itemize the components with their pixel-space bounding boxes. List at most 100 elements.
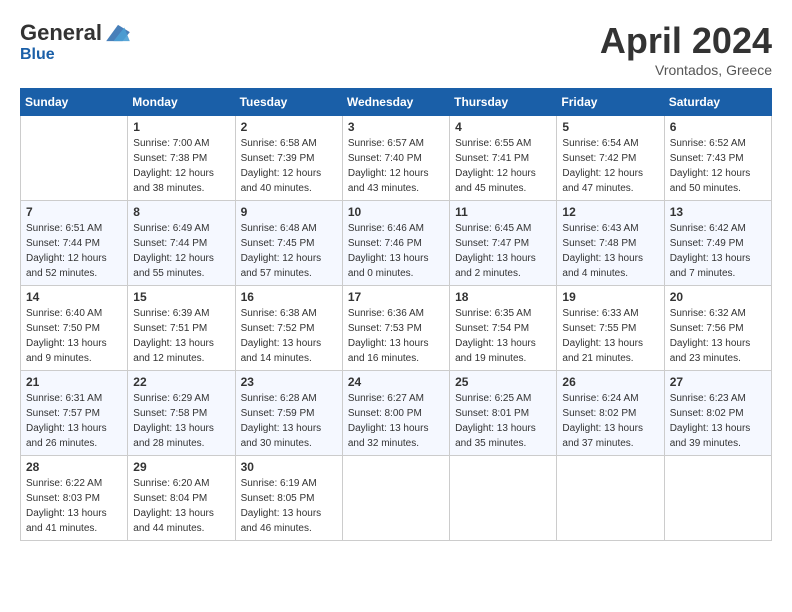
calendar-day-cell: 10 Sunrise: 6:46 AMSunset: 7:46 PMDaylig… bbox=[342, 201, 449, 286]
calendar-day-cell: 27 Sunrise: 6:23 AMSunset: 8:02 PMDaylig… bbox=[664, 371, 771, 456]
day-number: 18 bbox=[455, 290, 551, 304]
logo: General Blue bbox=[20, 20, 132, 64]
calendar-day-cell: 4 Sunrise: 6:55 AMSunset: 7:41 PMDayligh… bbox=[450, 116, 557, 201]
calendar-day-cell: 5 Sunrise: 6:54 AMSunset: 7:42 PMDayligh… bbox=[557, 116, 664, 201]
day-number: 8 bbox=[133, 205, 229, 219]
calendar-week-row: 28 Sunrise: 6:22 AMSunset: 8:03 PMDaylig… bbox=[21, 456, 772, 541]
logo-blue-text: Blue bbox=[20, 46, 55, 63]
calendar-day-cell: 30 Sunrise: 6:19 AMSunset: 8:05 PMDaylig… bbox=[235, 456, 342, 541]
day-number: 28 bbox=[26, 460, 122, 474]
day-info: Sunrise: 6:23 AMSunset: 8:02 PMDaylight:… bbox=[670, 391, 766, 451]
calendar-day-cell: 17 Sunrise: 6:36 AMSunset: 7:53 PMDaylig… bbox=[342, 286, 449, 371]
title-area: April 2024 Vrontados, Greece bbox=[600, 20, 772, 78]
day-number: 6 bbox=[670, 120, 766, 134]
day-info: Sunrise: 6:54 AMSunset: 7:42 PMDaylight:… bbox=[562, 136, 658, 196]
day-info: Sunrise: 6:20 AMSunset: 8:04 PMDaylight:… bbox=[133, 476, 229, 536]
location-text: Vrontados, Greece bbox=[600, 62, 772, 78]
day-of-week-header: Tuesday bbox=[235, 89, 342, 116]
calendar-day-cell: 22 Sunrise: 6:29 AMSunset: 7:58 PMDaylig… bbox=[128, 371, 235, 456]
calendar-day-cell: 11 Sunrise: 6:45 AMSunset: 7:47 PMDaylig… bbox=[450, 201, 557, 286]
day-number: 7 bbox=[26, 205, 122, 219]
day-number: 5 bbox=[562, 120, 658, 134]
day-number: 23 bbox=[241, 375, 337, 389]
day-info: Sunrise: 6:57 AMSunset: 7:40 PMDaylight:… bbox=[348, 136, 444, 196]
calendar-day-cell bbox=[342, 456, 449, 541]
day-number: 12 bbox=[562, 205, 658, 219]
day-info: Sunrise: 6:48 AMSunset: 7:45 PMDaylight:… bbox=[241, 221, 337, 281]
calendar-day-cell bbox=[450, 456, 557, 541]
day-info: Sunrise: 6:33 AMSunset: 7:55 PMDaylight:… bbox=[562, 306, 658, 366]
day-info: Sunrise: 6:25 AMSunset: 8:01 PMDaylight:… bbox=[455, 391, 551, 451]
calendar-day-cell bbox=[21, 116, 128, 201]
day-number: 22 bbox=[133, 375, 229, 389]
calendar-day-cell: 15 Sunrise: 6:39 AMSunset: 7:51 PMDaylig… bbox=[128, 286, 235, 371]
day-info: Sunrise: 6:36 AMSunset: 7:53 PMDaylight:… bbox=[348, 306, 444, 366]
calendar-day-cell: 18 Sunrise: 6:35 AMSunset: 7:54 PMDaylig… bbox=[450, 286, 557, 371]
calendar-day-cell bbox=[664, 456, 771, 541]
calendar-week-row: 14 Sunrise: 6:40 AMSunset: 7:50 PMDaylig… bbox=[21, 286, 772, 371]
day-number: 11 bbox=[455, 205, 551, 219]
day-info: Sunrise: 6:52 AMSunset: 7:43 PMDaylight:… bbox=[670, 136, 766, 196]
calendar-day-cell: 7 Sunrise: 6:51 AMSunset: 7:44 PMDayligh… bbox=[21, 201, 128, 286]
logo-general-text: General bbox=[20, 20, 102, 46]
day-info: Sunrise: 7:00 AMSunset: 7:38 PMDaylight:… bbox=[133, 136, 229, 196]
calendar-day-cell: 19 Sunrise: 6:33 AMSunset: 7:55 PMDaylig… bbox=[557, 286, 664, 371]
calendar-day-cell: 25 Sunrise: 6:25 AMSunset: 8:01 PMDaylig… bbox=[450, 371, 557, 456]
day-number: 26 bbox=[562, 375, 658, 389]
day-info: Sunrise: 6:28 AMSunset: 7:59 PMDaylight:… bbox=[241, 391, 337, 451]
calendar-day-cell bbox=[557, 456, 664, 541]
logo-icon bbox=[104, 23, 132, 43]
calendar-week-row: 21 Sunrise: 6:31 AMSunset: 7:57 PMDaylig… bbox=[21, 371, 772, 456]
day-info: Sunrise: 6:49 AMSunset: 7:44 PMDaylight:… bbox=[133, 221, 229, 281]
day-of-week-header: Monday bbox=[128, 89, 235, 116]
day-info: Sunrise: 6:29 AMSunset: 7:58 PMDaylight:… bbox=[133, 391, 229, 451]
day-info: Sunrise: 6:32 AMSunset: 7:56 PMDaylight:… bbox=[670, 306, 766, 366]
day-info: Sunrise: 6:38 AMSunset: 7:52 PMDaylight:… bbox=[241, 306, 337, 366]
page-header: General Blue April 2024 Vrontados, Greec… bbox=[20, 20, 772, 78]
day-info: Sunrise: 6:42 AMSunset: 7:49 PMDaylight:… bbox=[670, 221, 766, 281]
day-info: Sunrise: 6:51 AMSunset: 7:44 PMDaylight:… bbox=[26, 221, 122, 281]
calendar-day-cell: 14 Sunrise: 6:40 AMSunset: 7:50 PMDaylig… bbox=[21, 286, 128, 371]
day-number: 20 bbox=[670, 290, 766, 304]
day-of-week-header: Sunday bbox=[21, 89, 128, 116]
day-of-week-header: Thursday bbox=[450, 89, 557, 116]
day-number: 4 bbox=[455, 120, 551, 134]
day-number: 30 bbox=[241, 460, 337, 474]
calendar-day-cell: 13 Sunrise: 6:42 AMSunset: 7:49 PMDaylig… bbox=[664, 201, 771, 286]
month-title: April 2024 bbox=[600, 20, 772, 62]
day-info: Sunrise: 6:43 AMSunset: 7:48 PMDaylight:… bbox=[562, 221, 658, 281]
day-number: 2 bbox=[241, 120, 337, 134]
day-number: 27 bbox=[670, 375, 766, 389]
calendar-day-cell: 2 Sunrise: 6:58 AMSunset: 7:39 PMDayligh… bbox=[235, 116, 342, 201]
calendar-header-row: SundayMondayTuesdayWednesdayThursdayFrid… bbox=[21, 89, 772, 116]
day-number: 21 bbox=[26, 375, 122, 389]
day-info: Sunrise: 6:19 AMSunset: 8:05 PMDaylight:… bbox=[241, 476, 337, 536]
calendar-day-cell: 6 Sunrise: 6:52 AMSunset: 7:43 PMDayligh… bbox=[664, 116, 771, 201]
day-number: 15 bbox=[133, 290, 229, 304]
day-of-week-header: Saturday bbox=[664, 89, 771, 116]
day-number: 10 bbox=[348, 205, 444, 219]
day-info: Sunrise: 6:22 AMSunset: 8:03 PMDaylight:… bbox=[26, 476, 122, 536]
calendar-day-cell: 24 Sunrise: 6:27 AMSunset: 8:00 PMDaylig… bbox=[342, 371, 449, 456]
day-info: Sunrise: 6:55 AMSunset: 7:41 PMDaylight:… bbox=[455, 136, 551, 196]
calendar-week-row: 1 Sunrise: 7:00 AMSunset: 7:38 PMDayligh… bbox=[21, 116, 772, 201]
day-number: 1 bbox=[133, 120, 229, 134]
day-of-week-header: Wednesday bbox=[342, 89, 449, 116]
calendar-day-cell: 23 Sunrise: 6:28 AMSunset: 7:59 PMDaylig… bbox=[235, 371, 342, 456]
day-info: Sunrise: 6:40 AMSunset: 7:50 PMDaylight:… bbox=[26, 306, 122, 366]
day-number: 17 bbox=[348, 290, 444, 304]
day-of-week-header: Friday bbox=[557, 89, 664, 116]
day-number: 3 bbox=[348, 120, 444, 134]
day-number: 24 bbox=[348, 375, 444, 389]
day-number: 19 bbox=[562, 290, 658, 304]
day-number: 29 bbox=[133, 460, 229, 474]
calendar-day-cell: 20 Sunrise: 6:32 AMSunset: 7:56 PMDaylig… bbox=[664, 286, 771, 371]
calendar-day-cell: 9 Sunrise: 6:48 AMSunset: 7:45 PMDayligh… bbox=[235, 201, 342, 286]
calendar-day-cell: 8 Sunrise: 6:49 AMSunset: 7:44 PMDayligh… bbox=[128, 201, 235, 286]
day-number: 9 bbox=[241, 205, 337, 219]
calendar-table: SundayMondayTuesdayWednesdayThursdayFrid… bbox=[20, 88, 772, 541]
day-info: Sunrise: 6:27 AMSunset: 8:00 PMDaylight:… bbox=[348, 391, 444, 451]
day-info: Sunrise: 6:58 AMSunset: 7:39 PMDaylight:… bbox=[241, 136, 337, 196]
day-info: Sunrise: 6:35 AMSunset: 7:54 PMDaylight:… bbox=[455, 306, 551, 366]
calendar-week-row: 7 Sunrise: 6:51 AMSunset: 7:44 PMDayligh… bbox=[21, 201, 772, 286]
